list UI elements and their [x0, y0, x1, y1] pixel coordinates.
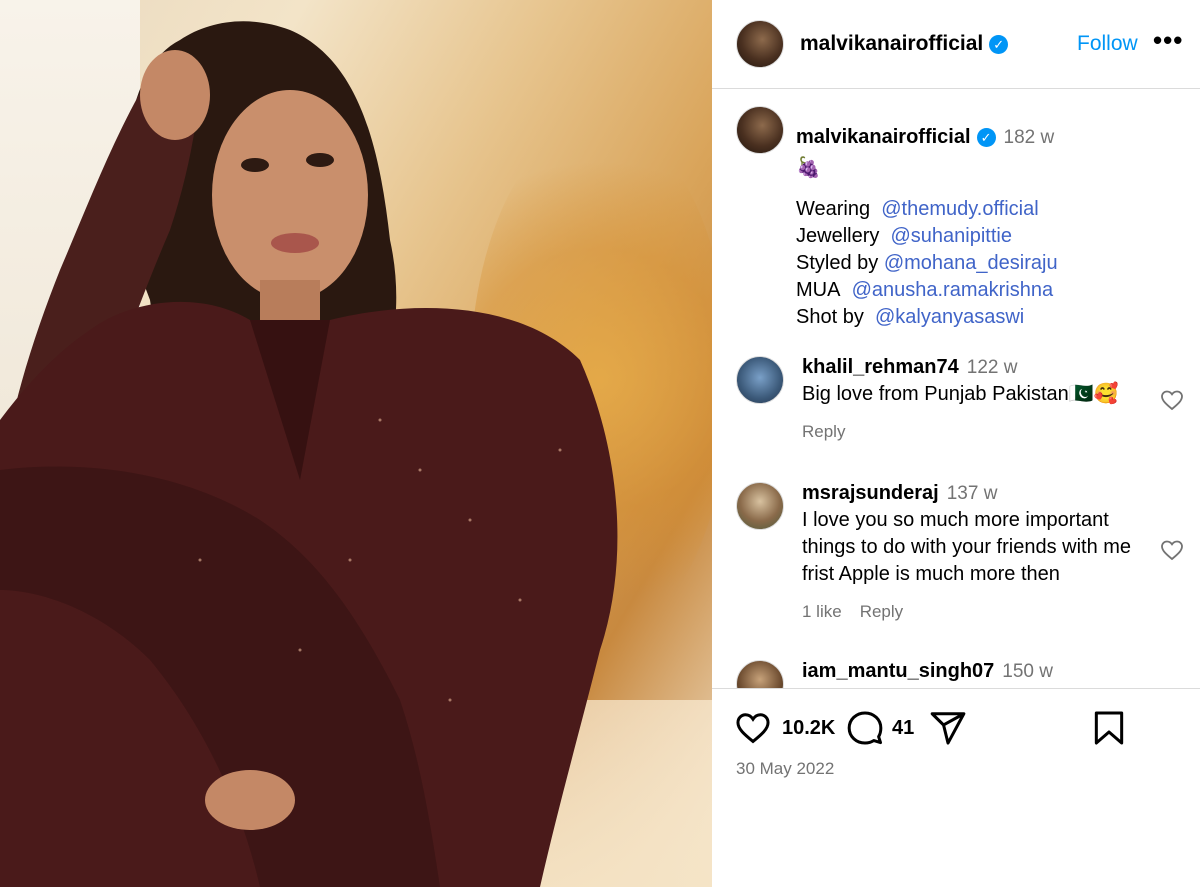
- commenter-avatar[interactable]: [736, 482, 784, 530]
- caption-body: malvikanairofficial ✓ 182 w 🍇 Wearing @the…: [796, 126, 1058, 331]
- caption-username[interactable]: malvikanairofficial: [796, 126, 971, 148]
- like-comment-heart-icon[interactable]: [1160, 538, 1184, 562]
- follow-button[interactable]: Follow: [1077, 32, 1138, 56]
- mention-link[interactable]: @mohana_desiraju: [884, 252, 1058, 274]
- like-count[interactable]: 10.2K: [782, 717, 835, 740]
- author-avatar[interactable]: [736, 20, 784, 68]
- comment-body: iam_mantu_singh07 150 w: [802, 660, 1142, 683]
- portrait-illustration: [0, 21, 618, 887]
- comment-icon[interactable]: [846, 709, 884, 747]
- comment-text: Big love from Punjab Pakistan🇵🇰🥰: [802, 383, 1119, 405]
- share-icon[interactable]: [929, 709, 967, 747]
- credit-line: Jewellery @suhanipittie: [796, 225, 1012, 247]
- comment-count[interactable]: 41: [892, 717, 914, 740]
- verified-badge-icon: ✓: [989, 35, 1009, 54]
- heart-icon[interactable]: [734, 709, 772, 747]
- comment-meta: Reply: [802, 422, 1142, 442]
- mention-link[interactable]: @kalyanyasaswi: [875, 306, 1024, 328]
- author-username[interactable]: malvikanairofficial ✓: [800, 32, 1009, 56]
- commenter-avatar[interactable]: [736, 356, 784, 404]
- commenter-avatar[interactable]: [736, 660, 784, 688]
- credit-line: Wearing @themudy.official: [796, 198, 1039, 220]
- comment-header: khalil_rehman74 122 w: [802, 356, 1142, 379]
- comment-header: msrajsunderaj 137 w: [802, 482, 1142, 505]
- post-header: malvikanairofficial ✓ Follow •••: [712, 0, 1200, 89]
- comment-username[interactable]: iam_mantu_singh07: [802, 660, 994, 682]
- reply-button[interactable]: Reply: [860, 602, 903, 621]
- grape-emoji: 🍇: [796, 157, 821, 179]
- comment-username[interactable]: khalil_rehman74: [802, 356, 959, 378]
- comment-username[interactable]: msrajsunderaj: [802, 482, 939, 504]
- post-image[interactable]: [0, 0, 712, 887]
- credit-line: Styled by @mohana_desiraju: [796, 252, 1058, 274]
- post-date: 30 May 2022: [736, 759, 835, 778]
- comments-section[interactable]: malvikanairofficial ✓ 182 w 🍇 Wearing @the…: [712, 90, 1200, 688]
- like-comment-heart-icon[interactable]: [1160, 388, 1184, 412]
- comment-header: iam_mantu_singh07 150 w: [802, 660, 1142, 683]
- caption-avatar[interactable]: [736, 106, 784, 154]
- caption-credits: Wearing @themudy.official Jewellery @suh…: [796, 196, 1058, 331]
- more-options-icon[interactable]: •••: [1153, 25, 1183, 56]
- reply-button[interactable]: Reply: [802, 422, 845, 441]
- comment-likes[interactable]: 1 like: [802, 602, 842, 621]
- comment-time: 122 w: [966, 357, 1018, 378]
- post-panel: malvikanairofficial ✓ Follow ••• malvikan…: [712, 0, 1200, 887]
- credit-line: MUA @anusha.ramakrishna: [796, 279, 1054, 301]
- caption-header: malvikanairofficial ✓ 182 w: [796, 126, 1058, 149]
- mention-link[interactable]: @themudy.official: [881, 198, 1038, 220]
- comment-text: I love you so much more important things…: [802, 509, 1132, 585]
- mention-link[interactable]: @suhanipittie: [890, 225, 1011, 247]
- credit-line: Shot by @kalyanyasaswi: [796, 306, 1025, 328]
- mention-link[interactable]: @anusha.ramakrishna: [852, 279, 1054, 301]
- bookmark-icon[interactable]: [1090, 709, 1128, 747]
- comment-meta: 1 like Reply: [802, 602, 1142, 622]
- comment-body: khalil_rehman74 122 w Big love from Punja…: [802, 356, 1142, 442]
- comment-time: 150 w: [1002, 661, 1053, 682]
- verified-badge-icon: ✓: [976, 128, 996, 147]
- comment-time: 137 w: [946, 483, 998, 504]
- comment-body: msrajsunderaj 137 w I love you so much mo…: [802, 482, 1142, 622]
- caption-time: 182 w: [1003, 127, 1055, 148]
- post-actions: 10.2K 41 30 May 2022: [712, 688, 1200, 887]
